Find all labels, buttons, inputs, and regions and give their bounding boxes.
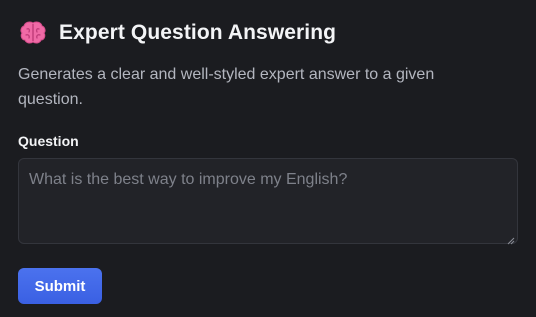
question-input[interactable]: What is the best way to improve my Engli…	[18, 158, 518, 245]
question-label: Question	[18, 133, 79, 149]
submit-button[interactable]: Submit	[18, 268, 102, 304]
brain-icon	[18, 18, 48, 48]
page-header: Expert Question Answering	[18, 18, 336, 48]
question-placeholder: What is the best way to improve my Engli…	[29, 171, 348, 188]
app-page: Expert Question Answering Generates a cl…	[0, 0, 536, 317]
page-title: Expert Question Answering	[59, 21, 337, 44]
resize-handle-icon[interactable]	[506, 232, 515, 245]
page-description: Generates a clear and well-styled expert…	[18, 66, 435, 108]
